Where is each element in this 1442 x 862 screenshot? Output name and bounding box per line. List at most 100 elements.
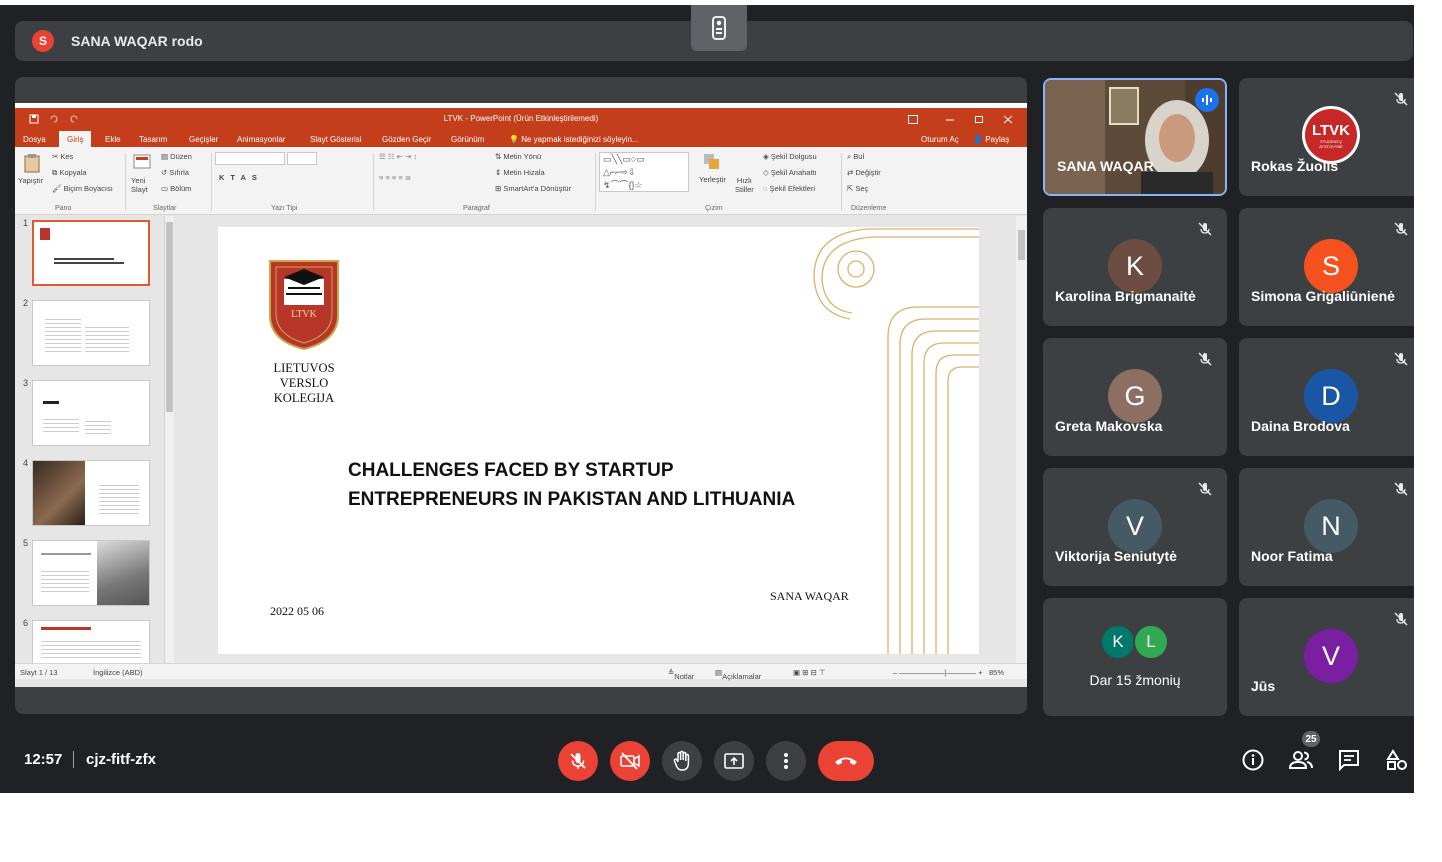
shape-fill-button[interactable]: ◈ Şekil Dolgusu	[763, 152, 817, 161]
slide-counter: Slayt 1 / 13	[20, 668, 58, 677]
font-format-buttons[interactable]: KTAS	[219, 173, 263, 182]
thumbnail-4[interactable]	[32, 460, 150, 526]
ribbon-display-icon[interactable]	[908, 115, 918, 124]
tab-gozden-gecir[interactable]: Gözden Geçir	[382, 135, 431, 144]
close-window-icon[interactable]	[1003, 115, 1013, 124]
font-name-box[interactable]	[215, 152, 285, 165]
arrange-icon[interactable]	[703, 153, 721, 171]
meeting-code[interactable]: cjz-fitf-zfx	[86, 751, 156, 768]
thumbnail-5[interactable]	[32, 540, 150, 606]
text-direction-button[interactable]: ⇅ Metin Yönü	[495, 152, 541, 161]
participant-tile-self[interactable]: V Jūs	[1239, 598, 1414, 716]
participant-name: Viktorija Seniutytė	[1055, 548, 1177, 564]
tab-dosya[interactable]: Dosya	[23, 135, 46, 144]
minimize-icon[interactable]	[945, 115, 955, 124]
paste-icon[interactable]	[23, 153, 41, 173]
smartart-button[interactable]: ⊞ SmartArt'a Dönüştür	[495, 184, 571, 193]
shape-fill-label: Şekil Dolgusu	[770, 152, 817, 161]
comments-label: Açıklamalar	[722, 672, 762, 681]
zoom-slider[interactable]: – ——————|———— +	[893, 668, 983, 677]
mic-off-icon	[1394, 222, 1408, 236]
cut-button[interactable]: ✂ Kes	[52, 152, 73, 161]
tab-tasarim[interactable]: Tasarım	[139, 135, 167, 144]
tab-gecisler[interactable]: Geçişler	[189, 135, 218, 144]
find-button[interactable]: ⌕ Bul	[847, 152, 864, 162]
participant-tile-karolina[interactable]: K Karolina Brigmanaitė	[1043, 208, 1227, 326]
replace-button[interactable]: ⇄ Değiştir	[847, 168, 881, 177]
group-pano: Pano	[55, 205, 72, 212]
meeting-clock: 12:57	[24, 751, 63, 768]
tab-slayt-gosterisi[interactable]: Slayt Gösterisi	[310, 135, 362, 144]
paste-button[interactable]: Yapıştır	[18, 176, 43, 185]
maximize-icon[interactable]	[974, 115, 984, 124]
mic-off-icon	[1394, 92, 1408, 106]
pin-tab[interactable]	[691, 5, 747, 51]
group-yazi-tipi: Yazı Tipi	[271, 205, 298, 212]
chat-button[interactable]	[1336, 747, 1362, 773]
align-buttons[interactable]: ≡ ≡ ≡ ≡ ≣	[379, 173, 411, 182]
participant-tile-sana[interactable]: SANA WAQAR	[1043, 78, 1227, 196]
microphone-button[interactable]	[558, 741, 598, 781]
font-size-box[interactable]	[287, 152, 317, 165]
participant-tile-viktorija[interactable]: V Viktorija Seniutytė	[1043, 468, 1227, 586]
format-painter-button[interactable]: 🖌 Biçim Boyacısı	[52, 184, 113, 193]
tab-gorunum[interactable]: Görünüm	[451, 135, 484, 144]
participant-tile-rokas[interactable]: LTVK STUDENTŲ ATSTOVYBĖ Rokas Žuolis	[1239, 78, 1414, 196]
thumbnail-6[interactable]	[32, 620, 150, 663]
new-slide-button[interactable]: Yeni Slayt	[131, 176, 148, 194]
share-button[interactable]: 👤 Paylaş	[973, 135, 1009, 144]
more-participants-tile[interactable]: K L Dar 15 žmonių	[1043, 598, 1227, 716]
camera-button[interactable]	[610, 741, 650, 781]
participant-tile-daina[interactable]: D Daina Brodova	[1239, 338, 1414, 456]
align-text-button[interactable]: ⇕ Metin Hizala	[495, 168, 545, 177]
participant-tile-noor[interactable]: N Noor Fatima	[1239, 468, 1414, 586]
tab-ekle[interactable]: Ekle	[105, 135, 121, 144]
thumbnail-2[interactable]	[32, 300, 150, 366]
college-name-line: VERSLO	[279, 376, 329, 390]
zoom-level[interactable]: 85%	[989, 668, 1004, 677]
shape-effects-button[interactable]: ◌ Şekil Efektleri	[763, 184, 815, 193]
tab-giris[interactable]: Giriş	[59, 131, 92, 147]
participant-tile-greta[interactable]: G Greta Makovska	[1043, 338, 1227, 456]
layout-button[interactable]: ▤ Düzen	[161, 152, 192, 161]
quick-styles-button[interactable]: Hızlı Stiller	[735, 176, 754, 194]
shapes-gallery[interactable]: ▭╲╲▭○▭ △⌐⌐⇨⇩ ↯⌒⌒{}☆	[599, 152, 689, 192]
comments-button[interactable]: ▤ Açıklamalar	[715, 668, 761, 681]
reset-button[interactable]: ↺ Sıfırla	[161, 168, 189, 177]
thumbnail-scrollbar[interactable]	[164, 216, 174, 663]
thumbnail-1[interactable]	[32, 220, 150, 286]
tab-animasyonlar[interactable]: Animasyonlar	[237, 135, 285, 144]
select-label: Seç	[855, 184, 869, 193]
window-title: LTVK - PowerPoint (Ürün Etkinleştirileme…	[443, 114, 599, 123]
raise-hand-button[interactable]	[662, 741, 702, 781]
new-slide-icon[interactable]	[133, 153, 151, 171]
meeting-details-button[interactable]	[1240, 747, 1266, 773]
tell-me-text: Ne yapmak istediğinizi söyleyin...	[521, 135, 639, 144]
current-slide[interactable]: LTVK LIETUVOS VERSLO KOLEGIJA CHALLENGES…	[218, 227, 979, 654]
shape-outline-button[interactable]: ◇ Şekil Anahattı	[763, 168, 817, 177]
select-button[interactable]: ⇱ Seç	[847, 184, 868, 193]
remote-icon	[712, 16, 726, 40]
view-buttons[interactable]: ▣ ⊞ ⊟ ⊤	[793, 668, 825, 677]
sign-in-link[interactable]: Oturum Aç	[921, 135, 959, 144]
thumbnail-3[interactable]	[32, 380, 150, 446]
end-call-button[interactable]	[818, 741, 874, 781]
section-button[interactable]: ▭ Bölüm	[161, 184, 191, 193]
group-paragraf: Paragraf	[463, 205, 490, 212]
mic-off-icon	[1198, 482, 1212, 496]
more-options-button[interactable]	[766, 741, 806, 781]
list-buttons[interactable]: ☰ ☷ ⇤ ⇥ ↕	[379, 152, 417, 161]
copy-button[interactable]: ⧉ Kopyala	[52, 168, 87, 178]
present-button[interactable]	[714, 741, 754, 781]
tell-me-search[interactable]: 💡 Ne yapmak istediğinizi söyleyin...	[509, 135, 639, 144]
language-status[interactable]: İngilizce (ABD)	[93, 668, 143, 677]
arrange-button[interactable]: Yerleştir	[699, 175, 726, 184]
people-button[interactable]	[1288, 747, 1314, 773]
activities-button[interactable]	[1384, 747, 1410, 773]
control-bar: 12:57 cjz-fitf-zfx 25	[0, 723, 1414, 793]
participant-tile-simona[interactable]: S Simona Grigaliūnienė	[1239, 208, 1414, 326]
notes-button[interactable]: ≙ Notlar	[668, 668, 694, 681]
participant-name: Daina Brodova	[1251, 418, 1350, 434]
more-participants-label: Dar 15 žmonių	[1089, 672, 1181, 688]
slide-scrollbar[interactable]	[1016, 216, 1027, 663]
